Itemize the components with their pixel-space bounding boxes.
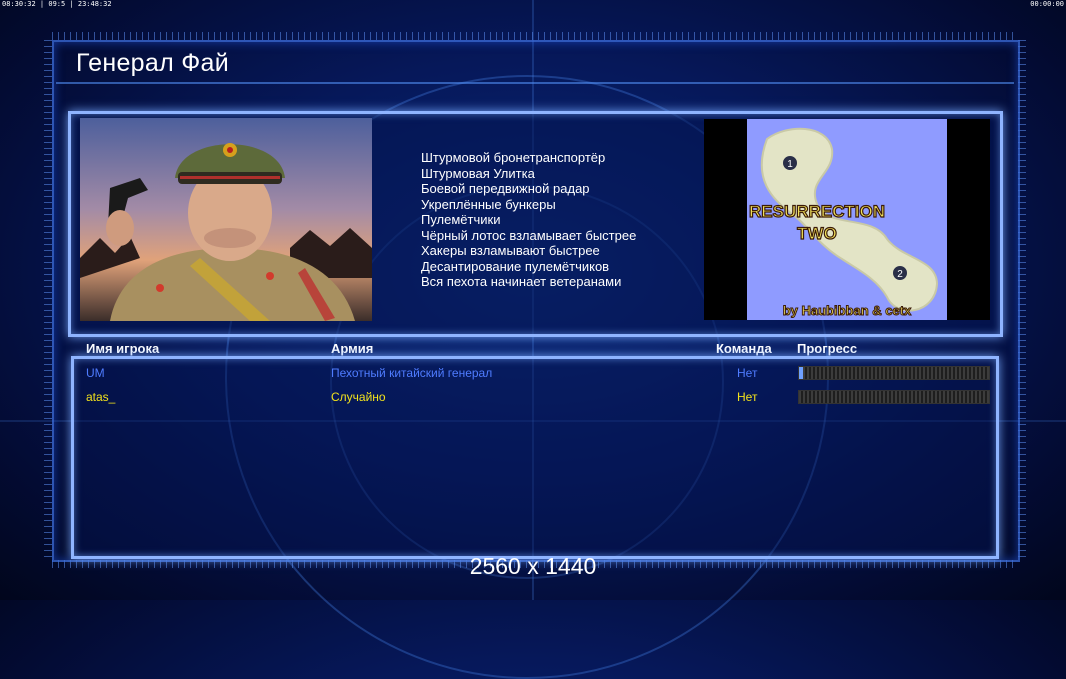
- perk-item: Десантирование пулемётчиков: [421, 258, 610, 274]
- perk-item: Пулемётчики: [421, 212, 501, 227]
- column-header-army: Армия: [331, 341, 374, 356]
- map-title-line2: TWO: [797, 224, 837, 243]
- general-portrait: [80, 118, 372, 321]
- general-portrait-icon: [80, 118, 372, 321]
- perk-item: Чёрный лотос взламывает быстрее: [421, 227, 637, 243]
- player-army: Случайно: [331, 390, 386, 404]
- player-team: Нет: [737, 366, 758, 380]
- map-title-line1: RESURRECTION: [749, 202, 885, 221]
- perk-item: Укреплённые бункеры: [421, 196, 556, 212]
- player-name: UM: [86, 366, 105, 380]
- player-progress-bar: [798, 390, 990, 404]
- player-army: Пехотный китайский генерал: [331, 366, 493, 380]
- map-terrain-icon: 1 2 RESURRECTION TWO by Haubibban & cetx: [747, 119, 947, 320]
- column-header-team: Команда: [716, 341, 772, 356]
- title-divider: [56, 82, 1014, 84]
- column-header-progress: Прогресс: [797, 341, 858, 356]
- perk-item: Вся пехота начинает ветеранами: [421, 274, 622, 289]
- player-team: Нет: [737, 390, 758, 404]
- map-preview-image: 1 2 RESURRECTION TWO by Haubibban & cetx: [747, 119, 947, 320]
- column-header-player: Имя игрока: [86, 341, 160, 356]
- map-credit: by Haubibban & cetx: [783, 303, 912, 318]
- perk-item: Штурмовой бронетранспортёр: [421, 150, 606, 165]
- frame-ruler-left: [44, 40, 52, 560]
- map-preview: 1 2 RESURRECTION TWO by Haubibban & cetx: [704, 119, 990, 320]
- map-spawn-1: 1: [787, 159, 793, 170]
- perk-item: Боевой передвижной радар: [421, 181, 590, 196]
- player-progress-bar: [798, 366, 990, 380]
- overlay-clock-left: 08:30:32 | 09:5 | 23:48:32: [2, 0, 112, 8]
- perk-item: Штурмовая Улитка: [421, 165, 535, 181]
- player-name: atas_: [86, 390, 116, 404]
- perk-item: Хакеры взламывают быстрее: [421, 243, 600, 258]
- map-spawn-2: 2: [897, 269, 903, 280]
- frame-ruler-top: [52, 32, 1018, 40]
- overlay-clock-right: 00:00:00: [1030, 0, 1064, 8]
- resolution-label: 2560 x 1440: [469, 553, 597, 579]
- page-title: Генерал Фай: [76, 49, 229, 77]
- general-perks-list: Штурмовой бронетранспортёр Штурмовая Ули…: [421, 150, 636, 290]
- player-progress-fill: [799, 367, 803, 379]
- players-panel: [71, 356, 999, 559]
